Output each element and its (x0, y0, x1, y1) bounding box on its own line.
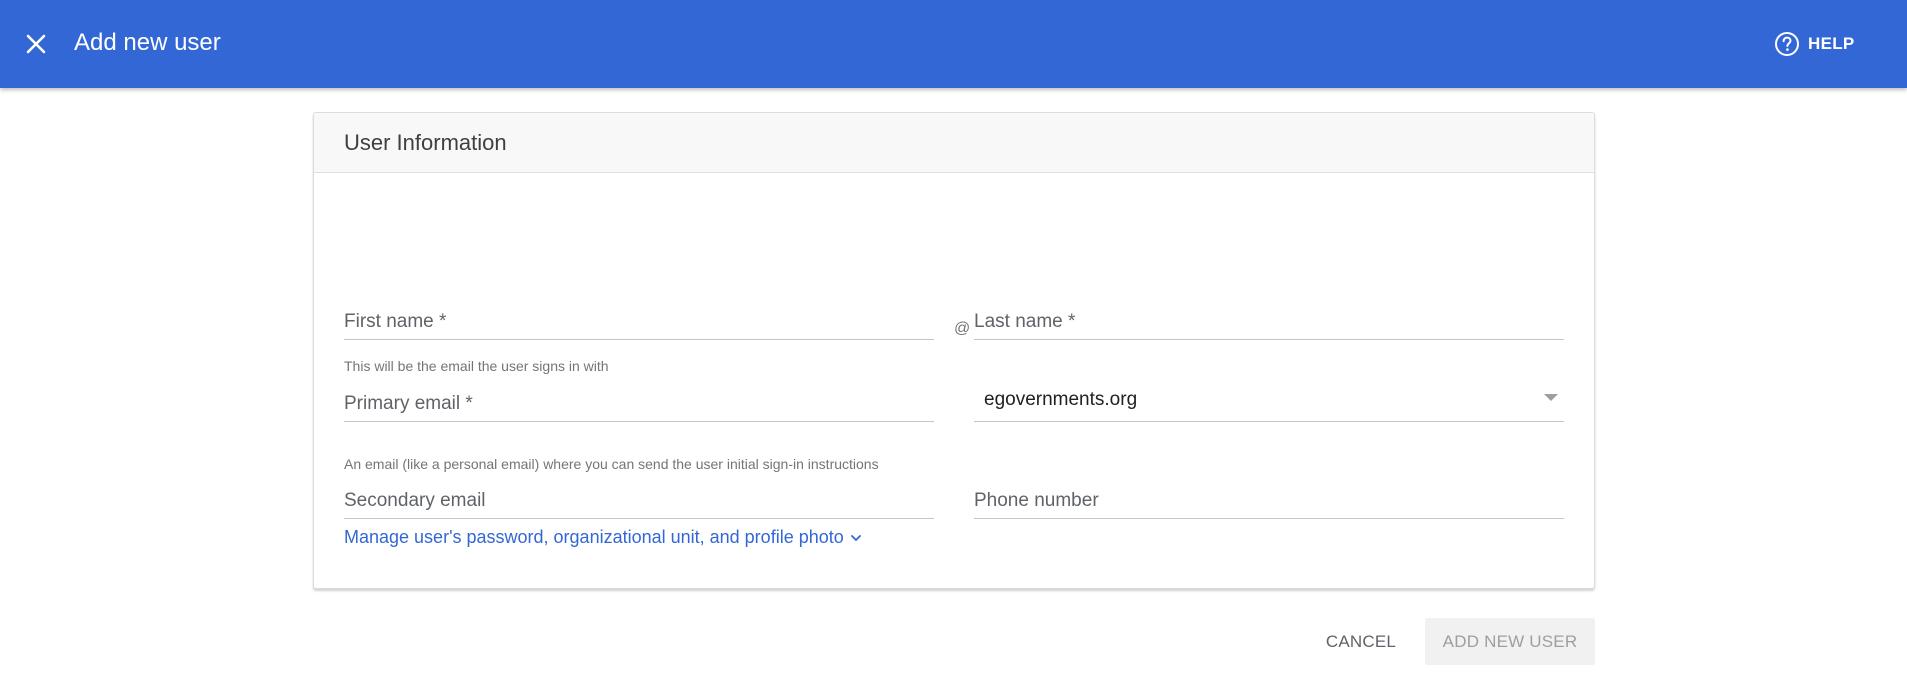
help-circle-icon (1775, 32, 1799, 56)
secondary-email-label: Secondary email (344, 490, 486, 511)
close-button[interactable] (16, 24, 56, 64)
help-label: HELP (1808, 34, 1855, 53)
page-title: Add new user (74, 29, 221, 56)
primary-email-field[interactable]: Primary email * (344, 382, 934, 422)
help-button[interactable]: HELP (1774, 26, 1855, 62)
close-icon (26, 34, 46, 54)
cancel-button[interactable]: CANCEL (1313, 622, 1409, 662)
at-sign: @ (954, 320, 971, 337)
card-title: User Information (344, 129, 507, 155)
card-header: User Information (314, 113, 1594, 173)
phone-number-field[interactable]: Phone number (974, 479, 1564, 519)
dropdown-caret-icon (1544, 394, 1558, 401)
manage-user-options-link[interactable]: Manage user's password, organizational u… (344, 527, 862, 548)
user-information-card: User Information First name * Last name … (313, 112, 1595, 589)
first-name-label: First name * (344, 311, 447, 332)
secondary-email-field[interactable]: Secondary email (344, 479, 934, 519)
domain-select[interactable]: egovernments.org (974, 382, 1564, 422)
secondary-email-hint: An email (like a personal email) where y… (344, 456, 879, 472)
app-bar: Add new user HELP (0, 0, 1907, 88)
domain-value: egovernments.org (984, 389, 1138, 410)
chevron-down-icon (850, 534, 861, 541)
primary-email-label: Primary email * (344, 393, 473, 414)
first-name-field[interactable]: First name * (344, 300, 934, 340)
phone-number-label: Phone number (974, 490, 1099, 511)
primary-email-hint: This will be the email the user signs in… (344, 358, 609, 374)
last-name-label: Last name * (974, 311, 1076, 332)
add-new-user-button[interactable]: ADD NEW USER (1425, 618, 1595, 665)
last-name-field[interactable]: Last name * (974, 300, 1564, 340)
manage-link-label: Manage user's password, organizational u… (344, 527, 844, 547)
